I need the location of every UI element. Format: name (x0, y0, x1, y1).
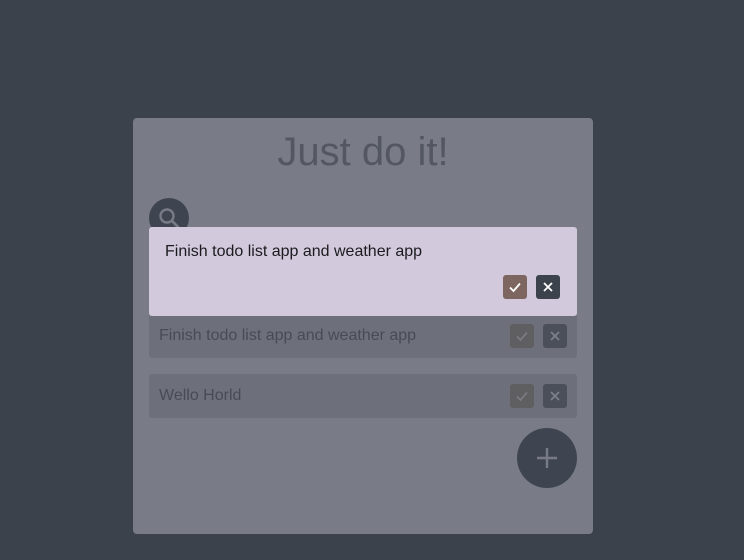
check-icon (516, 391, 528, 402)
delete-button[interactable] (543, 324, 567, 348)
complete-button[interactable] (510, 384, 534, 408)
edit-todo-input[interactable]: Finish todo list app and weather app (165, 243, 422, 261)
todo-card: Just do it! Finish todo list app and wea… (133, 118, 593, 534)
check-icon (509, 282, 521, 293)
close-icon (550, 391, 560, 401)
delete-button[interactable] (543, 384, 567, 408)
close-icon (550, 331, 560, 341)
complete-button[interactable] (510, 324, 534, 348)
cancel-edit-button[interactable] (536, 275, 560, 299)
todo-item-text: Finish todo list app and weather app (159, 327, 417, 344)
todo-item: Wello Horld (149, 374, 577, 418)
plus-icon (537, 448, 557, 468)
check-icon (516, 331, 528, 342)
close-icon (543, 282, 553, 292)
todo-item: Finish todo list app and weather app (149, 314, 577, 358)
search-icon (159, 208, 180, 229)
add-todo-button[interactable] (517, 428, 577, 488)
todo-item-text: Wello Horld (159, 387, 242, 404)
confirm-edit-button[interactable] (503, 275, 527, 299)
edit-todo-modal: Finish todo list app and weather app (149, 227, 577, 316)
page-title: Just do it! (277, 130, 449, 174)
